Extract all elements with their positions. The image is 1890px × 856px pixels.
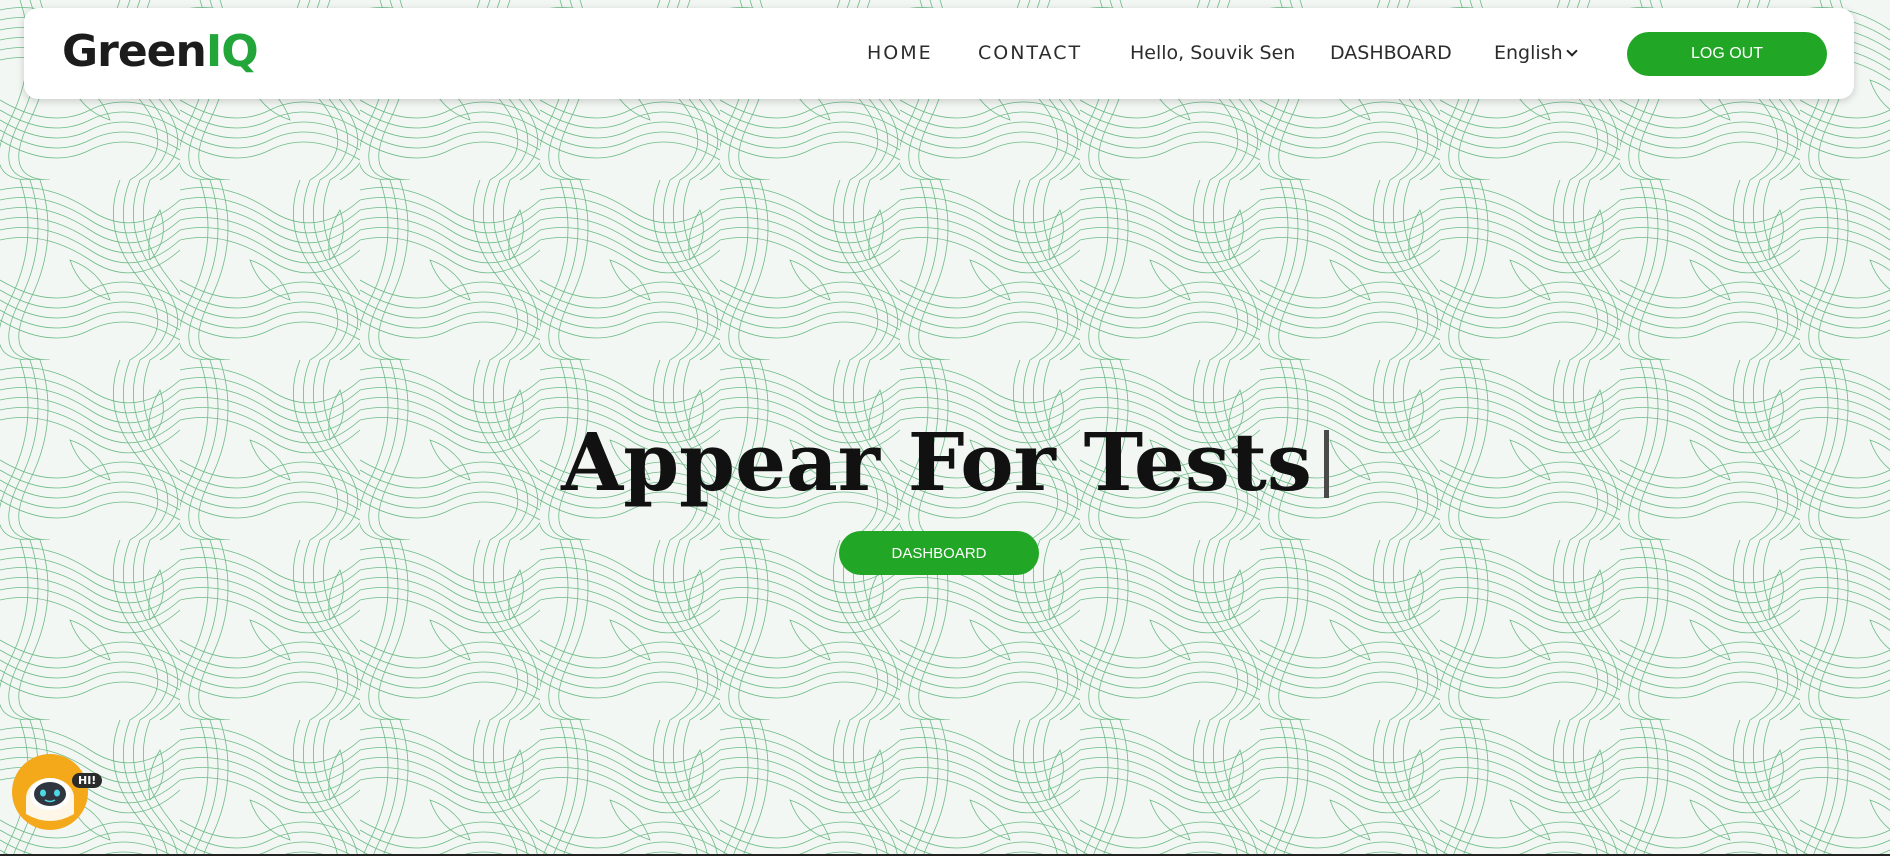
logout-button[interactable]: LOG OUT — [1627, 32, 1827, 76]
typing-cursor — [1323, 429, 1329, 498]
logo-text-main: Green — [62, 26, 207, 77]
language-selected-value: English — [1494, 42, 1563, 64]
chatbot-greeting-badge: HI! — [72, 773, 103, 788]
chatbot-launcher[interactable] — [12, 754, 88, 830]
language-selector[interactable]: English — [1494, 40, 1578, 67]
top-navbar: GreenIQ HOME CONTACT Hello, Souvik Sen D… — [24, 8, 1854, 99]
logo-text-accent: IQ — [205, 26, 259, 77]
nav-link-contact[interactable]: CONTACT — [978, 40, 1082, 67]
user-greeting: Hello, Souvik Sen — [1130, 42, 1296, 64]
nav-link-dashboard[interactable]: DASHBOARD — [1330, 40, 1452, 67]
hero-heading-text: Appear For Tests — [561, 414, 1312, 509]
chevron-down-icon — [1565, 45, 1578, 57]
chatbot-robot-icon — [16, 758, 84, 826]
hero-heading: Appear For Tests — [0, 420, 1890, 504]
greeniq-logo[interactable]: GreenIQ — [62, 30, 259, 74]
nav-link-home[interactable]: HOME — [867, 40, 933, 67]
hero-dashboard-button[interactable]: DASHBOARD — [839, 531, 1039, 575]
